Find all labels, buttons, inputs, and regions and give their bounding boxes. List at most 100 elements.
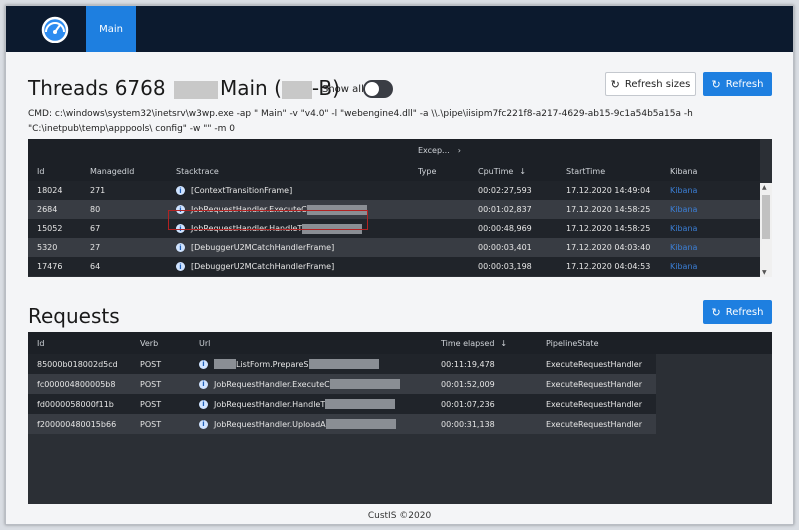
request-id-text: fc000004800005b8 xyxy=(37,379,116,389)
requests-title: Requests xyxy=(28,304,120,328)
thread-cputime: 00:00:48,969 xyxy=(478,219,532,238)
col-time-elapsed[interactable]: Time elapsed ↓ xyxy=(441,332,507,354)
requests-refresh-button[interactable]: ↻ Refresh xyxy=(703,300,772,324)
table-row[interactable]: 5320 27 i [DebuggerU2MCatchHandlerFrame] 00:… xyxy=(28,238,760,257)
scroll-down-icon[interactable]: ▼ xyxy=(762,269,767,276)
scroll-thumb[interactable] xyxy=(762,195,770,239)
col-cputime-label: CpuTime xyxy=(478,166,514,176)
column-group-exceptions[interactable]: Excep... › xyxy=(418,139,461,161)
thread-cputime: 00:00:03,401 xyxy=(478,238,532,257)
request-pipeline-state: ExecuteRequestHandler xyxy=(546,374,642,394)
kibana-link-text[interactable]: Kibana xyxy=(670,243,697,252)
request-time-elapsed-text: 00:11:19,478 xyxy=(441,359,495,369)
refresh-icon: ↻ xyxy=(711,77,721,91)
thread-starttime: 17.12.2020 04:04:53 xyxy=(566,257,650,276)
thread-id-text: 5320 xyxy=(37,243,58,252)
table-row[interactable]: fc000004800005b8 POST i JobRequestHandler.E… xyxy=(28,374,656,394)
request-verb-text: POST xyxy=(140,419,162,429)
table-row[interactable]: 85000b018002d5cd POST i ListForm.PrepareS 00… xyxy=(28,354,656,374)
thread-id: 18024 xyxy=(37,181,62,200)
table-row[interactable]: 17476 64 i [DebuggerU2MCatchHandlerFrame] 00… xyxy=(28,257,760,276)
title-threads-count: Threads 6768 xyxy=(28,76,166,100)
table-row[interactable]: f200000480015b66 POST i JobRequestHandler.U… xyxy=(28,414,656,434)
kibana-link-text[interactable]: Kibana xyxy=(670,186,697,195)
kibana-link[interactable]: Kibana xyxy=(670,257,697,276)
request-id-text: fd0000058000f11b xyxy=(37,399,114,409)
show-all-toggle[interactable] xyxy=(363,80,393,98)
kibana-link-text[interactable]: Kibana xyxy=(670,205,697,214)
info-icon[interactable]: i xyxy=(199,419,208,429)
request-verb: POST xyxy=(140,414,161,434)
request-url: i ListForm.PrepareS xyxy=(199,354,379,374)
col-verb[interactable]: Verb xyxy=(140,332,158,354)
speedometer-icon[interactable] xyxy=(40,15,70,44)
request-id: 85000b018002d5cd xyxy=(37,354,118,374)
col-kibana[interactable]: Kibana xyxy=(670,161,697,181)
request-url-text: JobRequestHandler.UploadA xyxy=(214,419,326,429)
table-row[interactable]: 2684 80 i JobRequestHandler.ExecuteC 00:01:0… xyxy=(28,200,760,219)
col-type[interactable]: Type xyxy=(418,161,436,181)
kibana-link[interactable]: Kibana xyxy=(670,219,697,238)
request-time-elapsed: 00:01:52,009 xyxy=(441,374,495,394)
thread-id-text: 2684 xyxy=(37,205,58,214)
nav-tab-main[interactable]: Main xyxy=(86,6,136,52)
request-pipeline-state-text: ExecuteRequestHandler xyxy=(546,359,642,369)
thread-stacktrace-text: [DebuggerU2MCatchHandlerFrame] xyxy=(191,262,335,271)
thread-managed-id: 80 xyxy=(90,200,100,219)
kibana-link[interactable]: Kibana xyxy=(670,238,697,257)
threads-refresh-button[interactable]: ↻ Refresh xyxy=(703,72,772,96)
table-row[interactable]: 18024 271 i [ContextTransitionFrame] 00:02:2… xyxy=(28,181,760,200)
request-url: i JobRequestHandler.ExecuteC xyxy=(199,374,400,394)
col-id[interactable]: Id xyxy=(37,161,44,181)
col-cputime[interactable]: CpuTime ↓ xyxy=(478,161,526,181)
info-icon[interactable]: i xyxy=(199,399,208,409)
thread-managed-id-text: 271 xyxy=(90,186,106,195)
thread-starttime-text: 17.12.2020 14:58:25 xyxy=(566,224,651,233)
highlight-frame xyxy=(168,210,368,230)
thread-cputime-text: 00:00:48,969 xyxy=(478,224,532,233)
col-managed-id[interactable]: ManagedId xyxy=(90,161,134,181)
request-url: i JobRequestHandler.UploadA xyxy=(199,414,396,434)
request-time-elapsed: 00:11:19,478 xyxy=(441,354,495,374)
request-url-text: JobRequestHandler.HandleT xyxy=(214,399,326,409)
thread-id: 2684 xyxy=(37,200,57,219)
redacted-block xyxy=(173,80,218,99)
request-verb: POST xyxy=(140,354,161,374)
cmd-line-2: "C:\inetpub\temp\apppools\ config" -w ""… xyxy=(28,124,235,134)
thread-managed-id: 27 xyxy=(90,238,100,257)
col-url[interactable]: Url xyxy=(199,332,210,354)
info-icon[interactable]: i xyxy=(176,186,185,195)
request-url-text: ListForm.PrepareS xyxy=(236,359,309,369)
table-row[interactable]: 15052 67 i JobRequestHandler.HandleT 00:00:4… xyxy=(28,219,760,238)
col-req-id[interactable]: Id xyxy=(37,332,44,354)
col-stacktrace[interactable]: Stacktrace xyxy=(176,161,219,181)
request-verb-text: POST xyxy=(140,399,162,409)
footer: CustIS ©2020 xyxy=(367,511,432,521)
threads-scrollbar[interactable]: ▲ ▼ xyxy=(760,183,772,277)
info-icon[interactable]: i xyxy=(176,243,185,252)
thread-stacktrace: i [DebuggerU2MCatchHandlerFrame] xyxy=(176,238,334,257)
kibana-link-text[interactable]: Kibana xyxy=(670,224,697,233)
request-pipeline-state: ExecuteRequestHandler xyxy=(546,394,642,414)
request-url-text: JobRequestHandler.ExecuteC xyxy=(214,379,330,389)
refresh-sizes-button[interactable]: ↻ Refresh sizes xyxy=(605,72,696,96)
sort-desc-icon: ↓ xyxy=(519,166,527,176)
thread-managed-id-text: 27 xyxy=(90,243,101,252)
info-icon[interactable]: i xyxy=(176,262,185,271)
show-all-label: Show all xyxy=(322,84,364,95)
info-icon[interactable]: i xyxy=(199,359,208,369)
scroll-up-icon[interactable]: ▲ xyxy=(762,184,767,191)
sort-desc-icon: ↓ xyxy=(500,338,508,348)
thread-stacktrace: i [DebuggerU2MCatchHandlerFrame] xyxy=(176,257,334,276)
kibana-link[interactable]: Kibana xyxy=(670,181,697,200)
col-pipeline-state[interactable]: PipelineState xyxy=(546,332,598,354)
kibana-link-text[interactable]: Kibana xyxy=(670,262,697,271)
redacted-block xyxy=(325,419,396,429)
table-row[interactable]: fd0000058000f11b POST i JobRequestHandler.H… xyxy=(28,394,656,414)
info-icon[interactable]: i xyxy=(199,379,208,389)
thread-managed-id-text: 64 xyxy=(90,262,101,271)
col-starttime[interactable]: StartTime xyxy=(566,161,605,181)
kibana-link[interactable]: Kibana xyxy=(670,200,697,219)
request-pipeline-state-text: ExecuteRequestHandler xyxy=(546,379,642,389)
thread-id: 15052 xyxy=(37,219,62,238)
